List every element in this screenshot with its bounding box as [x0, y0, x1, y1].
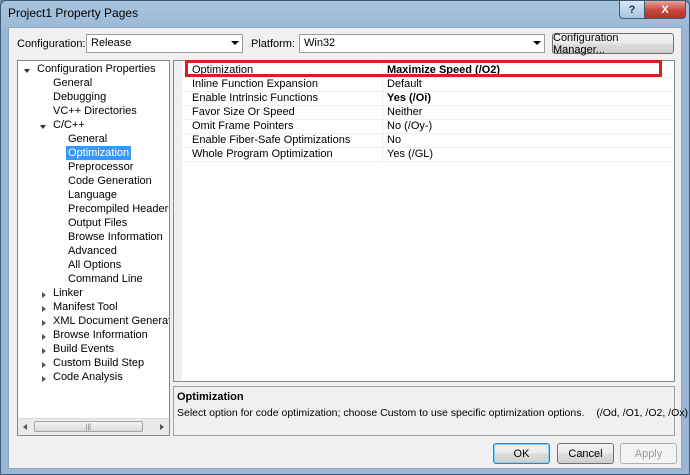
tree-item-debugging[interactable]: Debugging: [53, 90, 106, 104]
property-value[interactable]: No (/Oy-): [387, 120, 432, 132]
configuration-manager-button[interactable]: Configuration Manager...: [552, 32, 674, 56]
property-value[interactable]: Default: [387, 78, 422, 90]
chevron-down-icon: [231, 41, 239, 45]
tree-item-custom-build-step[interactable]: Custom Build Step: [53, 356, 144, 370]
property-value[interactable]: No: [387, 134, 401, 146]
expand-closed-icon[interactable]: [42, 348, 46, 354]
expand-closed-icon[interactable]: [42, 306, 46, 312]
property-name: Whole Program Optimization: [192, 148, 333, 160]
expand-closed-icon[interactable]: [42, 362, 46, 368]
property-row[interactable]: Omit Frame Pointers No (/Oy-): [182, 119, 674, 134]
tree-item-output-files[interactable]: Output Files: [68, 216, 127, 230]
help-icon: ?: [628, 3, 636, 16]
property-row[interactable]: Inline Function Expansion Default: [182, 77, 674, 92]
tree-item-linker[interactable]: Linker: [53, 286, 83, 300]
tree-item-vc-directories[interactable]: VC++ Directories: [53, 104, 137, 118]
property-row[interactable]: Favor Size Or Speed Neither: [182, 105, 674, 120]
chevron-down-icon: [533, 41, 541, 45]
description-title: Optimization: [177, 391, 244, 403]
property-row[interactable]: Enable Fiber-Safe Optimizations No: [182, 133, 674, 148]
property-name: Enable Intrinsic Functions: [192, 92, 318, 104]
help-button[interactable]: ?: [619, 1, 645, 19]
apply-button[interactable]: Apply: [620, 443, 677, 464]
tree-item-browse-information[interactable]: Browse Information: [68, 230, 163, 244]
tree-item-general[interactable]: General: [53, 76, 92, 90]
highlight-box: [185, 60, 662, 77]
expand-closed-icon[interactable]: [42, 320, 46, 326]
property-value[interactable]: Yes (/Oi): [387, 92, 431, 104]
expand-open-icon[interactable]: [40, 125, 46, 129]
property-tree[interactable]: Configuration Properties General Debuggi…: [17, 60, 170, 436]
property-name: Enable Fiber-Safe Optimizations: [192, 134, 351, 146]
column-divider: [382, 77, 383, 91]
property-row[interactable]: Whole Program Optimization Yes (/GL): [182, 147, 674, 162]
tree-item-optimization[interactable]: Optimization: [66, 146, 132, 160]
description-body: Select option for code optimization; cho…: [177, 407, 585, 419]
tree-item-preprocessor[interactable]: Preprocessor: [68, 160, 133, 174]
platform-dropdown[interactable]: Win32: [299, 34, 545, 53]
configuration-value: Release: [91, 37, 132, 49]
description-options: (/Od, /O1, /O2, /Ox): [596, 407, 688, 419]
property-name: Omit Frame Pointers: [192, 120, 294, 132]
tree-item-command-line[interactable]: Command Line: [68, 272, 143, 286]
ok-button[interactable]: OK: [493, 443, 550, 464]
tree-item-language[interactable]: Language: [68, 188, 117, 202]
property-grid: Optimization Maximize Speed (/O2) Inline…: [173, 60, 675, 382]
column-divider: [382, 91, 383, 105]
tree-item-build-events[interactable]: Build Events: [53, 342, 114, 356]
tree-horizontal-scrollbar[interactable]: |||: [18, 418, 169, 435]
property-value[interactable]: Yes (/GL): [387, 148, 433, 160]
cancel-button[interactable]: Cancel: [557, 443, 614, 464]
dialog-client-area: Configuration: Release Platform: Win32 C…: [8, 27, 688, 469]
tree-item-code-generation[interactable]: Code Generation: [68, 174, 152, 188]
tree-item-configuration-properties[interactable]: Configuration Properties: [37, 62, 156, 76]
tree-item-code-analysis[interactable]: Code Analysis: [53, 370, 123, 384]
grid-margin: [174, 61, 182, 381]
tree-item-precompiled-headers[interactable]: Precompiled Headers: [68, 202, 169, 216]
configuration-label: Configuration:: [17, 38, 86, 50]
expand-open-icon[interactable]: [24, 69, 30, 73]
window-title: Project1 Property Pages: [8, 6, 139, 20]
tree-item-advanced[interactable]: Advanced: [68, 244, 117, 258]
configuration-dropdown[interactable]: Release: [86, 34, 243, 53]
tree-item-manifest-tool[interactable]: Manifest Tool: [53, 300, 118, 314]
tree-item-xml-document-generator[interactable]: XML Document Generator: [53, 314, 169, 328]
title-bar[interactable]: Project1 Property Pages ? X: [1, 1, 689, 25]
property-name: Inline Function Expansion: [192, 78, 318, 90]
description-panel: Optimization Select option for code opti…: [173, 386, 688, 436]
platform-label: Platform:: [251, 38, 296, 50]
tree-item-c-cpp[interactable]: C/C++: [53, 118, 85, 132]
tree-item-all-options[interactable]: All Options: [68, 258, 121, 272]
property-row[interactable]: Enable Intrinsic Functions Yes (/Oi): [182, 91, 674, 106]
property-name: Favor Size Or Speed: [192, 106, 295, 118]
platform-value: Win32: [304, 37, 336, 49]
scroll-left-icon[interactable]: [23, 424, 27, 430]
tree-item-browse-information-top[interactable]: Browse Information: [53, 328, 148, 342]
expand-closed-icon[interactable]: [42, 292, 46, 298]
expand-closed-icon[interactable]: [42, 334, 46, 340]
expand-closed-icon[interactable]: [42, 376, 46, 382]
property-value[interactable]: Neither: [387, 106, 422, 118]
description-text: Select option for code optimization; cho…: [177, 407, 688, 419]
column-divider: [382, 147, 383, 161]
tree-item-cpp-general[interactable]: General: [68, 132, 107, 146]
grip-icon: |||: [85, 424, 91, 431]
property-pages-window: Project1 Property Pages ? X Configuratio…: [0, 0, 690, 475]
close-icon: X: [661, 3, 669, 16]
column-divider: [382, 133, 383, 147]
column-divider: [382, 105, 383, 119]
close-button[interactable]: X: [644, 1, 686, 19]
scrollbar-thumb[interactable]: |||: [34, 421, 143, 432]
column-divider: [382, 119, 383, 133]
scroll-right-icon[interactable]: [160, 424, 164, 430]
